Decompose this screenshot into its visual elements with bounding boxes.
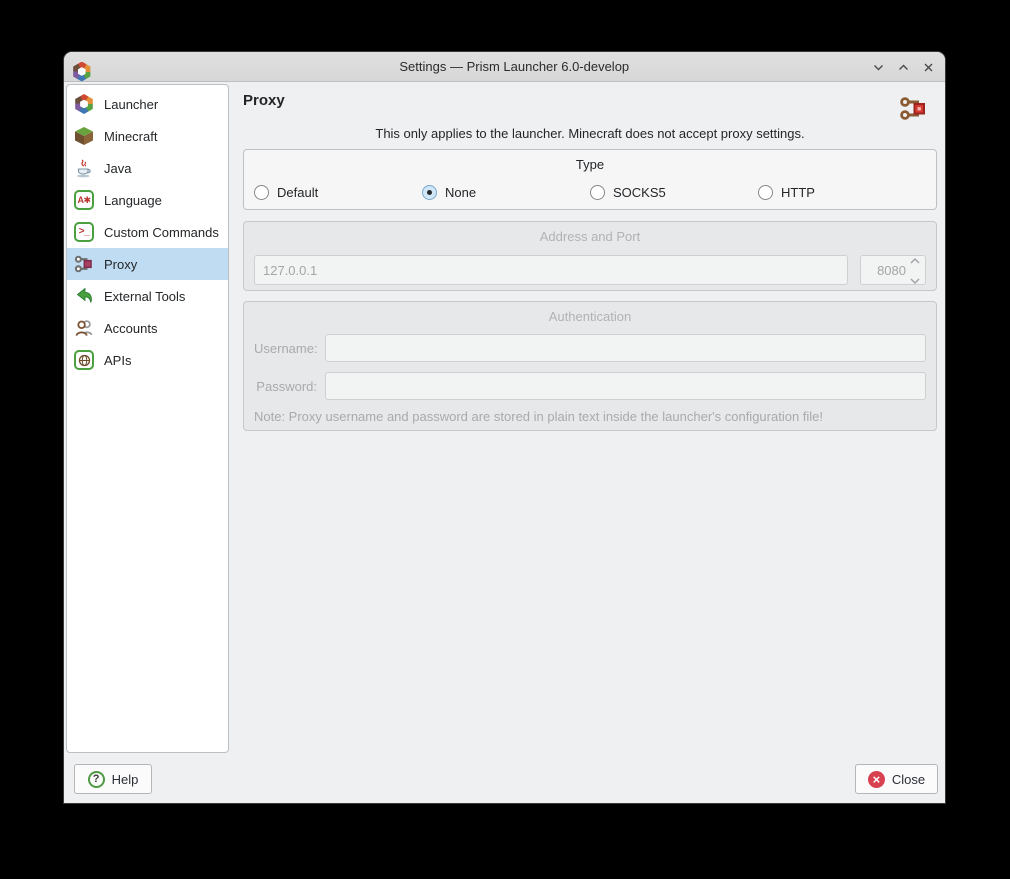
sidebar-item-java[interactable]: Java <box>67 152 228 184</box>
authentication-group: Authentication Username: Password: Note:… <box>243 301 937 431</box>
maximize-icon[interactable] <box>896 60 910 74</box>
settings-category-list: Launcher Minecraft <box>66 84 229 753</box>
username-label: Username: <box>254 341 317 356</box>
sidebar-item-language[interactable]: A✱ Language <box>67 184 228 216</box>
globe-icon <box>73 349 95 371</box>
group-title-address-port: Address and Port <box>254 229 926 244</box>
radio-http-indicator <box>758 185 773 200</box>
minimize-icon[interactable] <box>871 60 885 74</box>
sidebar-item-external-tools[interactable]: External Tools <box>67 280 228 312</box>
accounts-person-icon <box>73 317 95 339</box>
help-button[interactable]: ? Help <box>74 764 152 794</box>
password-label: Password: <box>254 379 317 394</box>
auth-plaintext-note: Note: Proxy username and password are st… <box>254 409 926 424</box>
password-input <box>325 372 926 400</box>
sidebar-item-custom-commands[interactable]: >_ Custom Commands <box>67 216 228 248</box>
radio-option-default[interactable]: Default <box>254 185 422 200</box>
close-button-label: Close <box>892 772 925 787</box>
radio-option-none[interactable]: None <box>422 185 590 200</box>
proxy-page-icon <box>899 95 929 127</box>
radio-none-indicator <box>422 185 437 200</box>
settings-window: Settings — Prism Launcher 6.0-develop La… <box>64 52 945 803</box>
username-input <box>325 334 926 362</box>
prism-logo-icon <box>73 93 95 115</box>
spin-down-icon <box>910 271 920 289</box>
proxy-info-note: This only applies to the launcher. Minec… <box>243 126 937 141</box>
close-button[interactable]: × Close <box>855 764 938 794</box>
proxy-nodes-icon <box>73 253 95 275</box>
translate-icon: A✱ <box>73 189 95 211</box>
address-port-group: Address and Port 8080 <box>243 221 937 291</box>
window-controls <box>871 52 935 82</box>
window-title: Settings — Prism Launcher 6.0-develop <box>84 59 945 74</box>
help-icon: ? <box>88 771 105 788</box>
desktop-background: Settings — Prism Launcher 6.0-develop La… <box>0 0 1010 879</box>
radio-default-indicator <box>254 185 269 200</box>
proxy-type-group: Type Default None SOCKS5 <box>243 149 937 210</box>
sidebar-item-launcher[interactable]: Launcher <box>67 88 228 120</box>
external-tools-arrow-icon <box>73 285 95 307</box>
close-window-icon[interactable] <box>921 60 935 74</box>
sidebar-item-proxy[interactable]: Proxy <box>67 248 228 280</box>
grass-block-icon <box>73 125 95 147</box>
java-cup-icon <box>73 157 95 179</box>
radio-option-socks5[interactable]: SOCKS5 <box>590 185 758 200</box>
proxy-port-spinner: 8080 <box>860 255 926 285</box>
proxy-settings-page: Proxy This only applies to the launcher.… <box>243 82 937 764</box>
proxy-port-value: 8080 <box>877 263 906 278</box>
page-title: Proxy <box>243 92 937 109</box>
group-title-type: Type <box>254 157 926 172</box>
group-title-authentication: Authentication <box>254 309 926 324</box>
terminal-icon: >_ <box>73 221 95 243</box>
sidebar-item-apis[interactable]: APIs <box>67 344 228 376</box>
help-button-label: Help <box>112 772 139 787</box>
titlebar[interactable]: Settings — Prism Launcher 6.0-develop <box>64 52 945 82</box>
radio-option-http[interactable]: HTTP <box>758 185 926 200</box>
radio-socks5-indicator <box>590 185 605 200</box>
close-icon: × <box>868 771 885 788</box>
sidebar-item-accounts[interactable]: Accounts <box>67 312 228 344</box>
spin-up-icon <box>910 251 920 269</box>
sidebar-item-minecraft[interactable]: Minecraft <box>67 120 228 152</box>
proxy-address-input <box>254 255 848 285</box>
